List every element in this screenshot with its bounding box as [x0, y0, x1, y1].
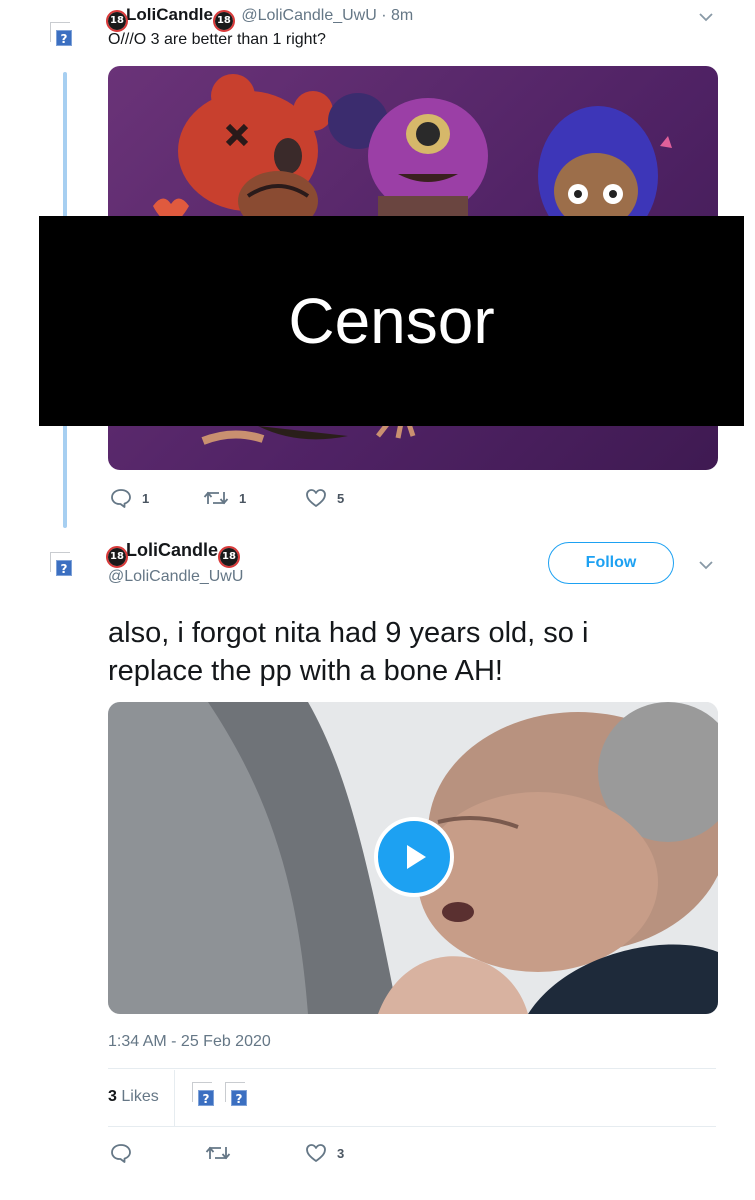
play-icon — [407, 845, 426, 869]
tweet2-text: also, i forgot nita had 9 years old, so … — [108, 614, 588, 690]
broken-image-icon: ? — [56, 560, 72, 576]
chevron-down-icon — [699, 13, 713, 22]
avatar-broken-image-icon[interactable]: ? — [50, 552, 72, 576]
divider — [108, 1068, 716, 1069]
likes-label: Likes — [121, 1088, 159, 1105]
tweet1-time[interactable]: 8m — [391, 7, 413, 24]
adult-badge-icon: 18 — [212, 10, 235, 32]
likes-stat[interactable]: 3 Likes — [108, 1088, 159, 1106]
tweet2-display-name[interactable]: LoliCandle — [126, 540, 218, 560]
broken-image-icon: ? — [198, 1090, 214, 1106]
heart-icon — [306, 489, 326, 507]
tweet1-more-button[interactable] — [697, 10, 715, 24]
likes-count: 3 — [108, 1088, 117, 1105]
tweet2-more-button[interactable] — [697, 558, 715, 572]
tweet2-media-video[interactable] — [108, 702, 718, 1014]
retweet-icon — [205, 1146, 231, 1160]
chevron-down-icon — [699, 561, 713, 570]
avatar-broken-image-icon[interactable]: ? — [50, 22, 72, 46]
divider — [174, 1070, 175, 1126]
tweet1-handle[interactable]: @LoliCandle_UwU — [241, 7, 376, 24]
divider — [108, 1126, 716, 1127]
tweet1-retweet-count: 1 — [239, 490, 247, 506]
tweet2-timestamp[interactable]: 1:34 AM - 25 Feb 2020 — [108, 1033, 271, 1051]
tweet2-like-count: 3 — [337, 1145, 345, 1161]
adult-badge-icon: 18 — [106, 10, 128, 32]
tweet2-handle[interactable]: @LoliCandle_UwU — [108, 568, 243, 586]
reply-icon — [111, 489, 131, 508]
tweet1-retweet-button[interactable]: 1 — [203, 488, 246, 508]
heart-icon — [306, 1144, 326, 1162]
tweet2-header: 18 LoliCandle 18 — [106, 540, 241, 568]
broken-image-icon: ? — [56, 30, 72, 46]
play-button[interactable] — [374, 817, 454, 897]
tweet2-reply-button[interactable] — [110, 1143, 132, 1163]
reply-icon — [111, 1144, 131, 1163]
liker-avatar-broken-image-icon[interactable]: ? — [225, 1082, 247, 1106]
tweet1-reply-button[interactable]: 1 — [110, 488, 149, 508]
tweet2-retweet-button[interactable] — [205, 1143, 231, 1163]
tweet1-like-count: 5 — [337, 490, 345, 506]
censor-label: Censor — [288, 285, 495, 357]
follow-button[interactable]: Follow — [548, 542, 674, 584]
adult-badge-icon: 18 — [218, 546, 241, 568]
adult-badge-icon: 18 — [106, 546, 128, 568]
broken-image-icon: ? — [231, 1090, 247, 1106]
tweet1-text: O///O 3 are better than 1 right? — [108, 31, 326, 48]
liker-avatar-broken-image-icon[interactable]: ? — [192, 1082, 214, 1106]
tweet1-header: 18 LoliCandle 18 @LoliCandle_UwU · 8m — [106, 5, 413, 32]
retweet-icon — [203, 491, 229, 505]
tweet2-text-line2: replace the pp with a bone AH! — [108, 655, 503, 687]
tweet2-text-line1: also, i forgot nita had 9 years old, so … — [108, 617, 589, 649]
tweet1-display-name[interactable]: LoliCandle — [126, 5, 213, 24]
tweet1-reply-count: 1 — [142, 490, 150, 506]
tweet1-like-button[interactable]: 5 — [305, 488, 344, 508]
tweet1-separator: · — [381, 7, 387, 24]
tweet2-like-button[interactable]: 3 — [305, 1143, 344, 1163]
censor-bar: Censor — [39, 216, 744, 426]
